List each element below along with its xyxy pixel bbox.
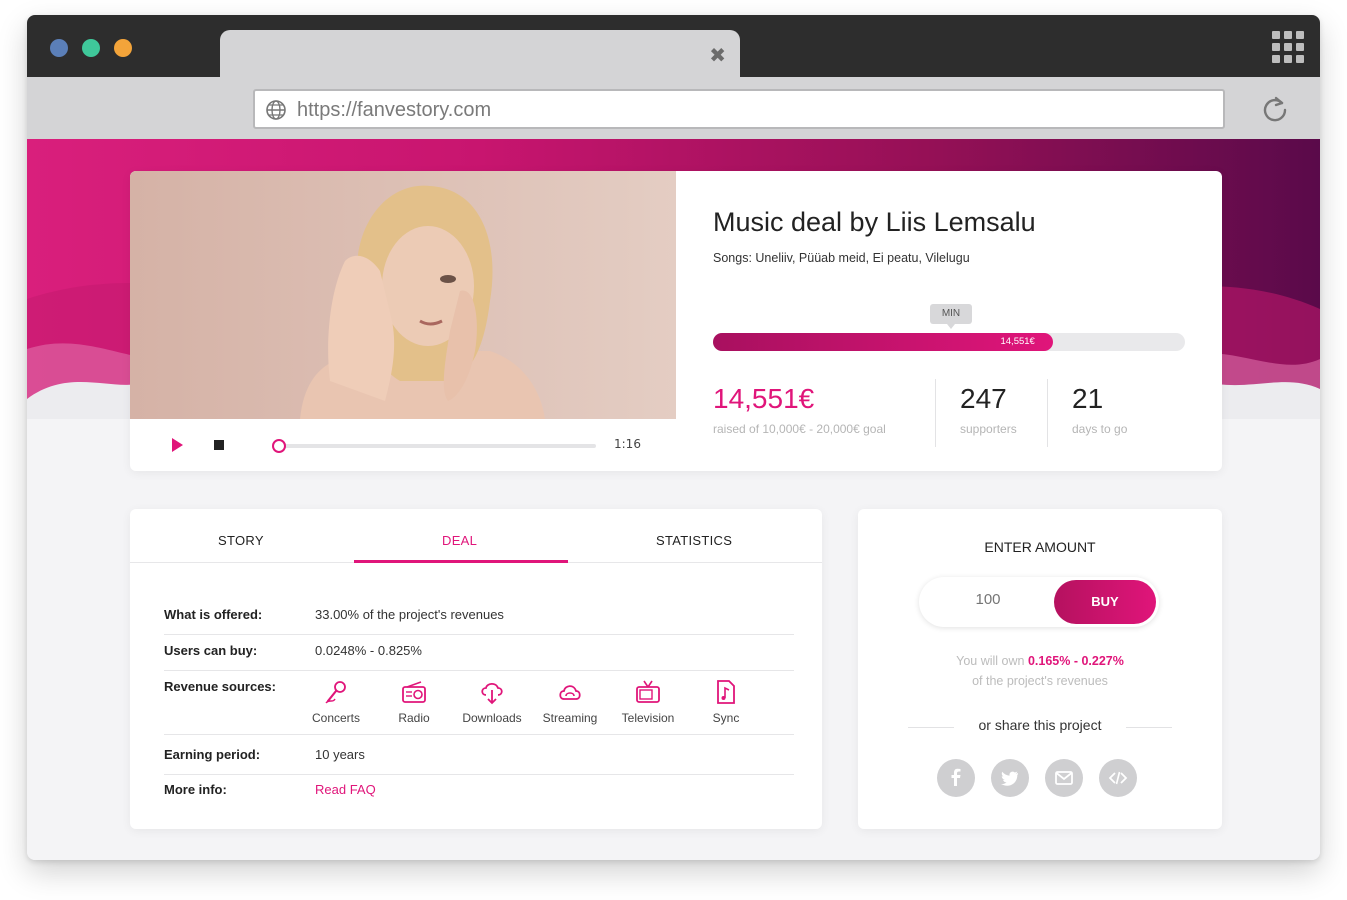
player-track[interactable] [278, 444, 596, 448]
url-field[interactable]: https://fanvestory.com [253, 89, 1225, 129]
project-title: Music deal by Liis Lemsalu [713, 207, 1036, 237]
play-icon[interactable] [172, 438, 183, 452]
row-value: 10 years [315, 747, 365, 762]
tab-statistics[interactable]: STATISTICS [656, 533, 732, 548]
source-sync: Sync [686, 679, 766, 725]
days-label: days to go [1072, 422, 1128, 436]
source-label: Concerts [311, 711, 361, 725]
window-control-close[interactable] [50, 39, 68, 57]
row-label: More info: [164, 782, 227, 797]
reload-icon[interactable] [1260, 94, 1290, 124]
row-value: 33.00% of the project's revenues [315, 607, 504, 622]
address-bar: https://fanvestory.com [27, 77, 1320, 139]
deal-tabs: STORY DEAL STATISTICS [130, 509, 822, 563]
deal-row-sources: Revenue sources: Concerts Radio Download… [164, 679, 794, 735]
supporters-label: supporters [960, 422, 1017, 436]
source-label: Radio [398, 711, 430, 725]
divider [1047, 379, 1048, 447]
title-bar: ✖ [27, 15, 1320, 78]
stop-icon[interactable] [214, 440, 224, 450]
microphone-icon [325, 681, 346, 704]
own-suffix: of the project's revenues [972, 674, 1108, 688]
twitter-icon[interactable] [991, 759, 1029, 797]
raised-amount: 14,551€ [713, 383, 815, 414]
row-label: Revenue sources: [164, 679, 276, 694]
source-streaming: Streaming [530, 679, 610, 725]
page-content: 1:16 Music deal by Liis Lemsalu Songs: U… [27, 139, 1320, 860]
window-control-maximize[interactable] [82, 39, 100, 57]
radio-icon [402, 681, 426, 703]
source-label: Television [621, 711, 675, 725]
globe-icon [266, 100, 286, 120]
songs-list: Songs: Uneliiv, Püüab meid, Ei peatu, Vi… [713, 251, 970, 265]
row-label: Users can buy: [164, 643, 258, 658]
facebook-icon[interactable] [937, 759, 975, 797]
own-prefix: You will own [956, 654, 1025, 668]
funding-progress-bar: 14,551€ [713, 333, 1185, 351]
deal-row-offered: What is offered: 33.00% of the project's… [164, 607, 794, 635]
close-icon[interactable]: ✖ [709, 43, 726, 67]
deal-row-info: More info: Read FAQ [164, 782, 794, 810]
audio-player: 1:16 [130, 419, 676, 471]
divider [935, 379, 936, 447]
browser-window: ✖ https://fanvestory.com 1:16 Music deal… [27, 15, 1320, 860]
source-label: Streaming [542, 711, 598, 725]
supporters-count: 247 [960, 383, 1007, 414]
deal-card: STORY DEAL STATISTICS What is offered: 3… [130, 509, 822, 829]
purchase-card: ENTER AMOUNT BUY You will own 0.165% - 0… [858, 509, 1222, 829]
row-label: What is offered: [164, 607, 263, 622]
embed-code-icon[interactable] [1099, 759, 1137, 797]
email-icon[interactable] [1045, 759, 1083, 797]
window-control-minimize[interactable] [114, 39, 132, 57]
days-count: 21 [1072, 383, 1104, 414]
tab-deal[interactable]: DEAL [442, 533, 477, 548]
tab-story[interactable]: STORY [218, 533, 264, 548]
row-label: Earning period: [164, 747, 261, 762]
source-label: Downloads [462, 711, 522, 725]
amount-box: BUY [919, 577, 1159, 627]
source-label: Sync [712, 711, 740, 725]
source-radio: Radio [374, 679, 454, 725]
player-scrubber[interactable] [272, 439, 286, 453]
cloud-download-icon [481, 682, 503, 705]
funding-progress-fill: 14,551€ [713, 333, 1053, 351]
source-concerts: Concerts [296, 679, 376, 725]
buy-button[interactable]: BUY [1054, 580, 1156, 624]
source-downloads: Downloads [452, 679, 532, 725]
cloud-streaming-icon [559, 685, 581, 700]
funding-progress-label: 14,551€ [1000, 336, 1035, 347]
artist-photo [130, 171, 676, 419]
enter-amount-heading: ENTER AMOUNT [984, 539, 1096, 555]
deal-row-period: Earning period: 10 years [164, 747, 794, 775]
source-television: Television [608, 679, 688, 725]
url-text: https://fanvestory.com [297, 99, 492, 121]
read-faq-link[interactable]: Read FAQ [315, 782, 376, 797]
min-marker: MIN [930, 304, 972, 329]
amount-input[interactable] [933, 591, 1043, 608]
raised-subtext: raised of 10,000€ - 20,000€ goal [713, 422, 886, 436]
divider [1126, 727, 1172, 728]
project-card: 1:16 Music deal by Liis Lemsalu Songs: U… [130, 171, 1222, 471]
row-value: 0.0248% - 0.825% [315, 643, 422, 658]
deal-row-buy: Users can buy: 0.0248% - 0.825% [164, 643, 794, 671]
grid-menu-icon[interactable] [1272, 31, 1304, 63]
ownership-estimate: You will own 0.165% - 0.227% of the proj… [858, 651, 1222, 691]
own-range: 0.165% - 0.227% [1027, 654, 1124, 668]
player-time: 1:16 [614, 437, 641, 451]
tv-icon [636, 680, 660, 703]
music-file-icon [717, 680, 735, 704]
share-text: or share this project [978, 717, 1102, 733]
active-tab-indicator [354, 560, 568, 563]
browser-tab[interactable]: ✖ [220, 30, 740, 78]
